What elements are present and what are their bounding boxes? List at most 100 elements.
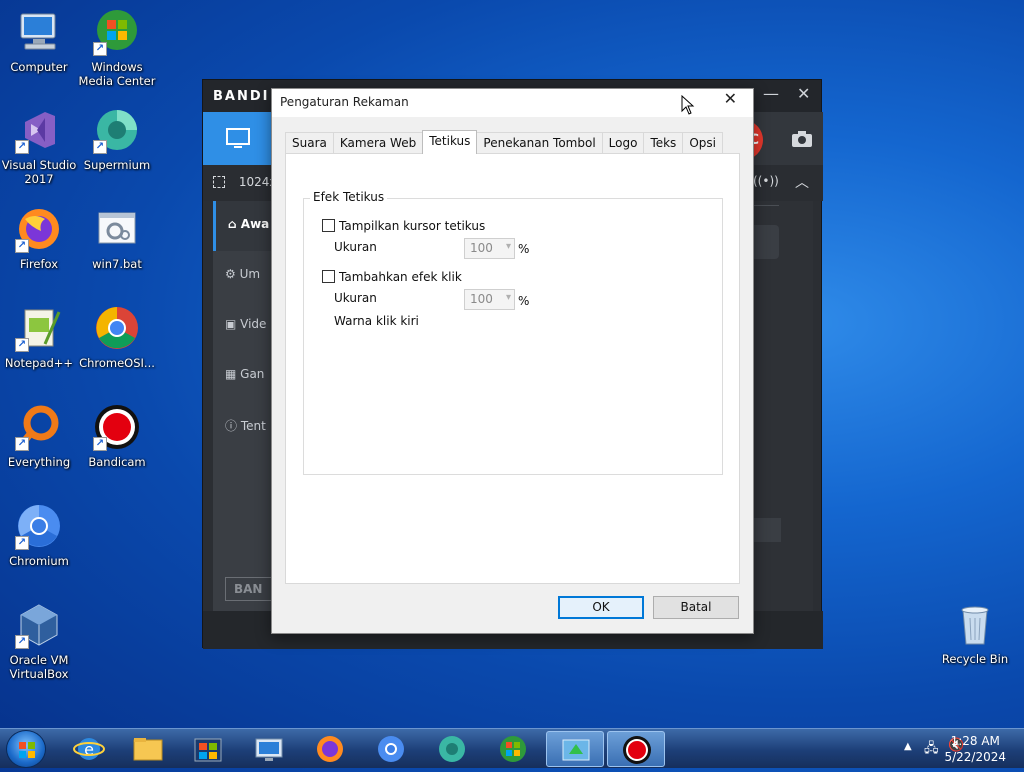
supermium-icon: ↗ (93, 106, 141, 154)
supermium-icon (439, 736, 465, 762)
windows-media-center-icon (500, 736, 526, 762)
desktop-icon-label: Visual Studio 2017 (1, 158, 77, 186)
camera-icon[interactable] (791, 130, 813, 148)
desktop-icon-label: Recycle Bin (941, 652, 1009, 666)
start-button[interactable] (6, 730, 46, 768)
desktop-icon-label: win7.bat (92, 257, 142, 271)
virtualbox-icon: ↗ (15, 601, 63, 649)
shortcut-arrow-icon: ↗ (93, 437, 107, 451)
tab-logo[interactable]: Logo (601, 132, 645, 154)
home-icon: ⌂ (228, 217, 241, 231)
desktop-icon-label: ChromeOSI... (79, 356, 155, 370)
settings-app-icon (562, 739, 590, 761)
tetikus-tab-panel: Efek Tetikus Tampilkan kursor tetikus Uk… (285, 153, 740, 584)
show-cursor-checkbox[interactable] (322, 219, 335, 232)
video-icon: ▣ (225, 317, 241, 331)
cursor-size-label: Ukuran (334, 240, 377, 254)
chevron-up-icon[interactable]: ︿ (795, 172, 809, 192)
taskbar-internet-explorer[interactable]: e (60, 731, 118, 767)
desktop-icon-notepadpp[interactable]: ↗ Notepad++ (0, 304, 78, 370)
minimize-button[interactable]: — (763, 84, 779, 103)
mouse-cursor-icon (681, 95, 695, 115)
chrome-icon (93, 304, 141, 352)
taskbar: e ▲ 🖧 🔇 1:28 AM 5/22/2024 (0, 728, 1024, 768)
shortcut-arrow-icon: ↗ (15, 437, 29, 451)
shortcut-arrow-icon: ↗ (15, 635, 29, 649)
tab-suara[interactable]: Suara (285, 132, 334, 154)
taskbar-firefox[interactable] (301, 731, 359, 767)
show-cursor-row[interactable]: Tampilkan kursor tetikus (322, 219, 485, 233)
cursor-size-select[interactable]: 100 ▾ (464, 238, 515, 259)
cursor-size-value: 100 (470, 241, 493, 255)
taskbar-media-center[interactable] (484, 731, 542, 767)
bandicam-icon: ↗ (93, 403, 141, 451)
desktop-icon-virtualbox[interactable]: ↗ Oracle VM VirtualBox (0, 601, 78, 681)
screen-mode-button[interactable] (203, 112, 273, 165)
taskbar-bandicam[interactable] (607, 731, 665, 767)
tab-penekanan-tombol[interactable]: Penekanan Tombol (476, 132, 603, 154)
shortcut-arrow-icon: ↗ (15, 239, 29, 253)
network-icon[interactable]: 🖧 (924, 739, 939, 761)
desktop-icon-label: Oracle VM VirtualBox (9, 653, 69, 681)
folder-icon (133, 738, 163, 761)
desktop-icon-windows-media-center[interactable]: ↗ Windows Media Center (78, 8, 156, 88)
cursor-size-unit: % (518, 242, 530, 256)
windows-media-center-icon: ↗ (93, 8, 141, 56)
store-icon (194, 738, 222, 762)
taskbar-dialog-app[interactable] (546, 731, 604, 767)
click-effect-row[interactable]: Tambahkan efek klik (322, 270, 462, 284)
cancel-button[interactable]: Batal (653, 596, 739, 619)
tab-tetikus[interactable]: Tetikus (422, 130, 478, 154)
taskbar-explorer[interactable] (119, 731, 177, 767)
dialog-close-button[interactable]: ✕ (724, 89, 737, 108)
mouse-effect-group: Efek Tetikus Tampilkan kursor tetikus Uk… (303, 190, 723, 475)
tab-kamera-web[interactable]: Kamera Web (332, 132, 424, 154)
desktop-icon-chromium[interactable]: ↗ Chromium (0, 502, 78, 568)
chevron-down-icon: ▾ (505, 292, 511, 303)
desktop-icon-win7bat[interactable]: win7.bat (78, 205, 156, 271)
sidebar-item-label: Awa (240, 217, 270, 231)
shortcut-arrow-icon: ↗ (15, 536, 29, 550)
click-effect-checkbox[interactable] (322, 270, 335, 283)
desktop-icon-computer[interactable]: Computer (0, 8, 78, 74)
tab-teks[interactable]: Teks (643, 132, 684, 154)
click-size-unit: % (518, 294, 530, 308)
sidebar-item-label: Um (239, 267, 261, 281)
tab-strip: Suara Kamera Web Tetikus Penekanan Tombo… (285, 130, 723, 154)
close-button[interactable]: ✕ (797, 84, 810, 103)
show-cursor-label: Tampilkan kursor tetikus (339, 219, 486, 233)
dialog-title: Pengaturan Rekaman (280, 95, 409, 109)
ok-button[interactable]: OK (558, 596, 644, 619)
clock[interactable]: 1:28 AM 5/22/2024 (944, 733, 1006, 765)
sidebar-item-label: Vide (240, 317, 267, 331)
desktop-icon-bandicam[interactable]: ↗ Bandicam (78, 403, 156, 469)
desktop-icon-everything[interactable]: ↗ Everything (0, 403, 78, 469)
desktop-icon-label: Computer (10, 60, 68, 74)
desktop-icon-supermium[interactable]: ↗ Supermium (78, 106, 156, 172)
desktop-icon-visual-studio[interactable]: ↗ Visual Studio 2017 (0, 106, 78, 186)
tab-opsi[interactable]: Opsi (682, 132, 723, 154)
shortcut-arrow-icon: ↗ (93, 42, 107, 56)
gear-icon: ⚙ (225, 267, 240, 281)
click-effect-label: Tambahkan efek klik (339, 270, 462, 284)
desktop-icon-label: Bandicam (88, 455, 146, 469)
left-click-color-label: Warna klik kiri (334, 314, 419, 328)
desktop-icon-label: Everything (7, 455, 71, 469)
computer-icon (15, 8, 63, 56)
taskbar-supermium[interactable] (423, 731, 481, 767)
desktop-icon-firefox[interactable]: ↗ Firefox (0, 205, 78, 271)
visual-studio-icon: ↗ (15, 106, 63, 154)
click-size-select[interactable]: 100 ▾ (464, 289, 515, 310)
desktop-icon-recycle-bin[interactable]: Recycle Bin (936, 600, 1014, 666)
recycle-bin-icon (951, 600, 999, 648)
desktop-icon-chromeos[interactable]: ChromeOSI... (78, 304, 156, 370)
show-hidden-icons-button[interactable]: ▲ (904, 741, 912, 752)
taskbar-store[interactable] (179, 731, 237, 767)
bandicam-icon (623, 736, 651, 764)
notepad-plus-plus-icon: ↗ (15, 304, 63, 352)
taskbar-remote-desktop[interactable] (240, 731, 298, 767)
desktop-icon-label: Notepad++ (4, 356, 74, 370)
chromium-icon (378, 736, 404, 762)
taskbar-chromium[interactable] (362, 731, 420, 767)
desktop-icon-label: Windows Media Center (78, 60, 156, 88)
